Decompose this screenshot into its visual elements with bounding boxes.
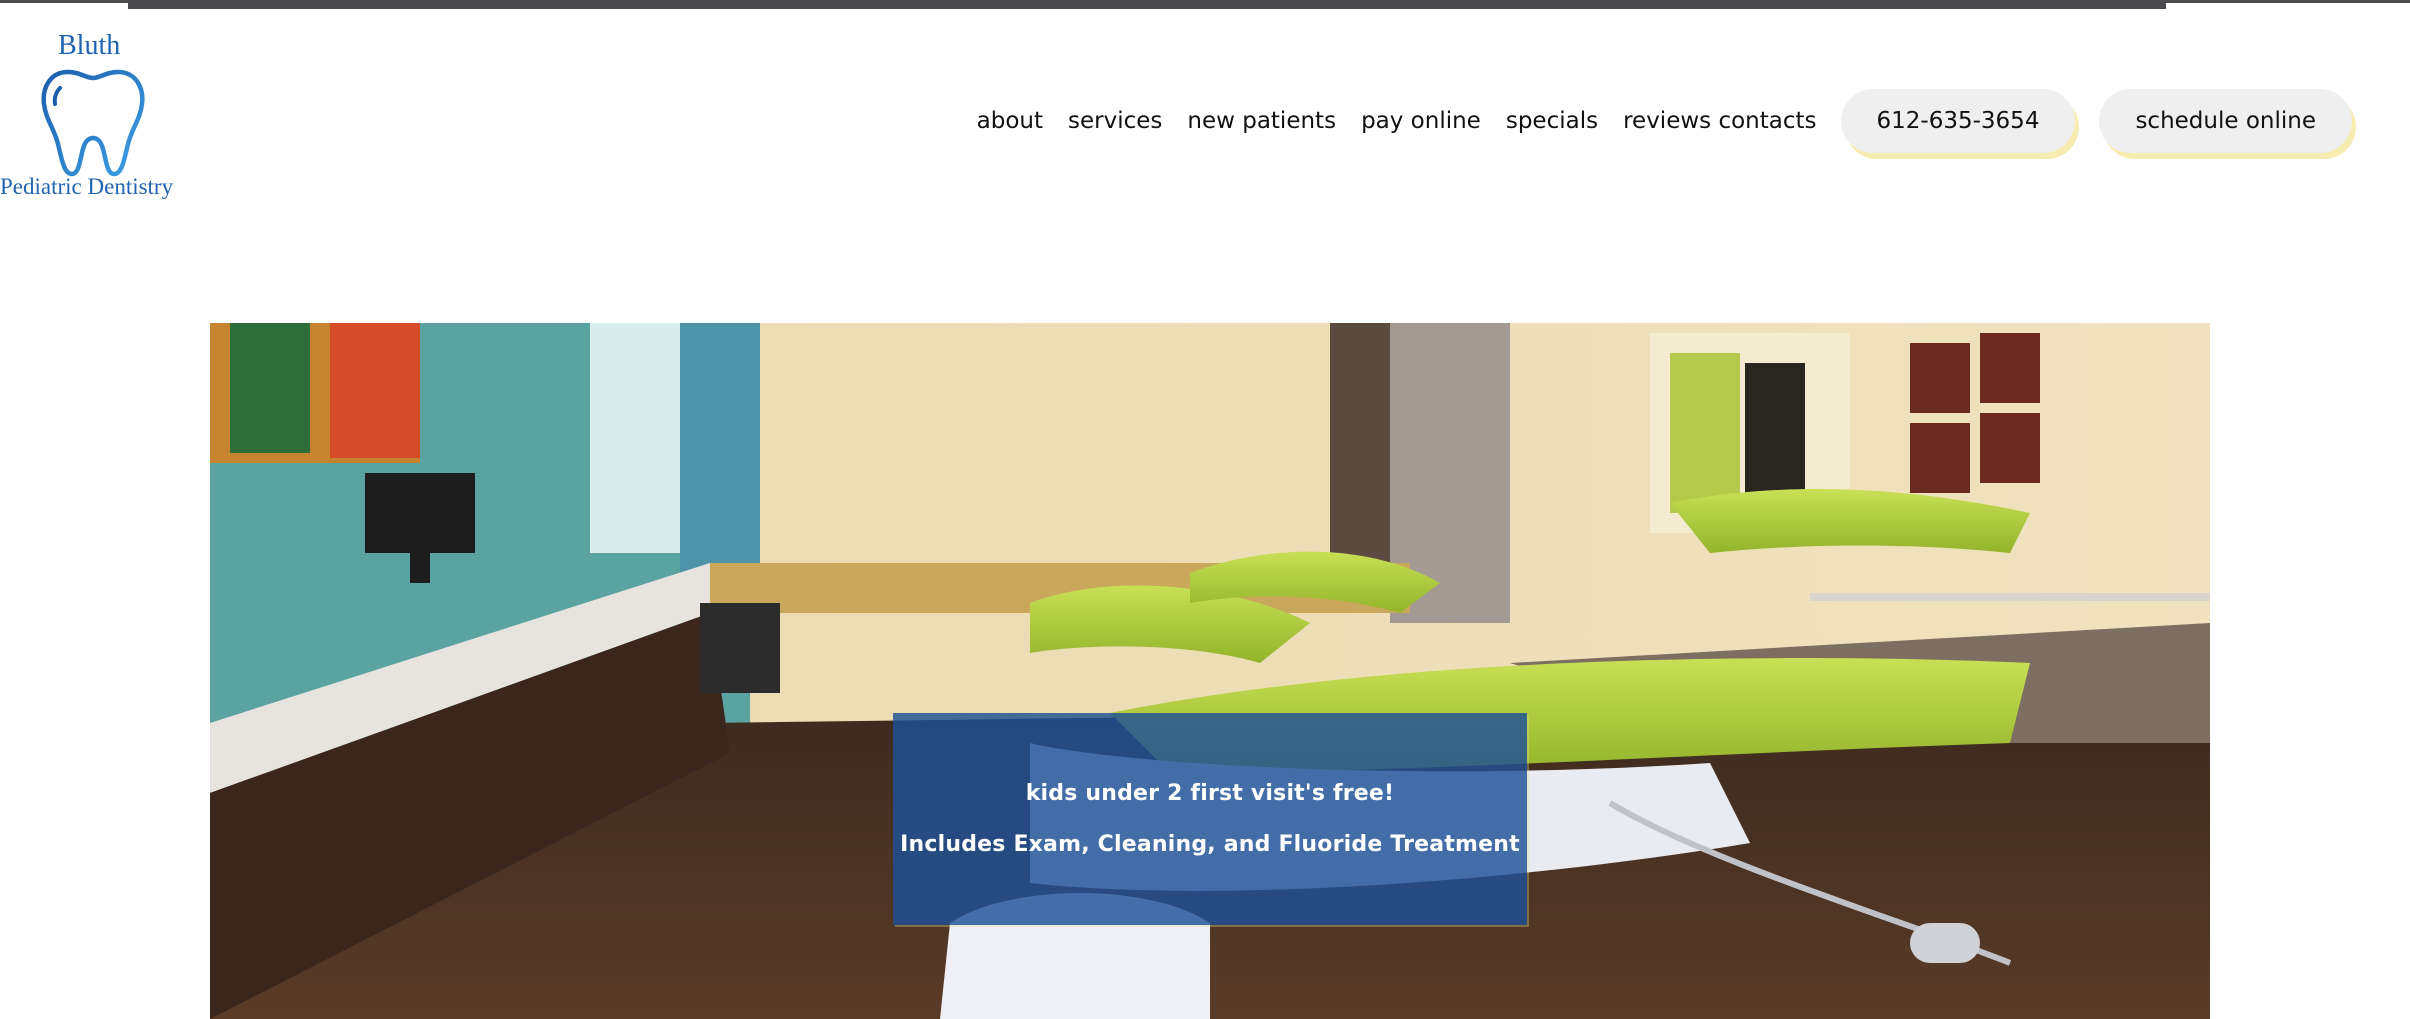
promo-line-1: kids under 2 first visit's free! [1025, 781, 1395, 806]
main-nav: about services new patients pay online s… [977, 88, 2352, 154]
top-bar [128, 0, 2166, 9]
promo-banner: kids under 2 first visit's free! Include… [893, 713, 1527, 925]
site-logo[interactable]: Bluth Pediatric Dentistry [0, 30, 190, 205]
nav-reviews-contacts[interactable]: reviews contacts [1623, 108, 1816, 134]
promo-line-2: Includes Exam, Cleaning, and Fluoride Tr… [900, 832, 1520, 857]
logo-subtitle: Pediatric Dentistry [0, 174, 174, 199]
hero-image: kids under 2 first visit's free! Include… [210, 323, 2210, 1019]
tooth-icon [41, 69, 145, 177]
nav-pay-online[interactable]: pay online [1361, 108, 1481, 134]
nav-specials[interactable]: specials [1506, 108, 1598, 134]
nav-services[interactable]: services [1068, 108, 1162, 134]
top-bar-right [2166, 0, 2410, 3]
phone-button[interactable]: 612-635-3654 [1840, 89, 2076, 153]
schedule-online-button[interactable]: schedule online [2099, 89, 2352, 153]
nav-about[interactable]: about [977, 108, 1043, 134]
nav-new-patients[interactable]: new patients [1187, 108, 1336, 134]
logo-brand: Bluth [58, 30, 121, 61]
top-bar-left [0, 0, 128, 3]
top-strip [0, 0, 2410, 10]
